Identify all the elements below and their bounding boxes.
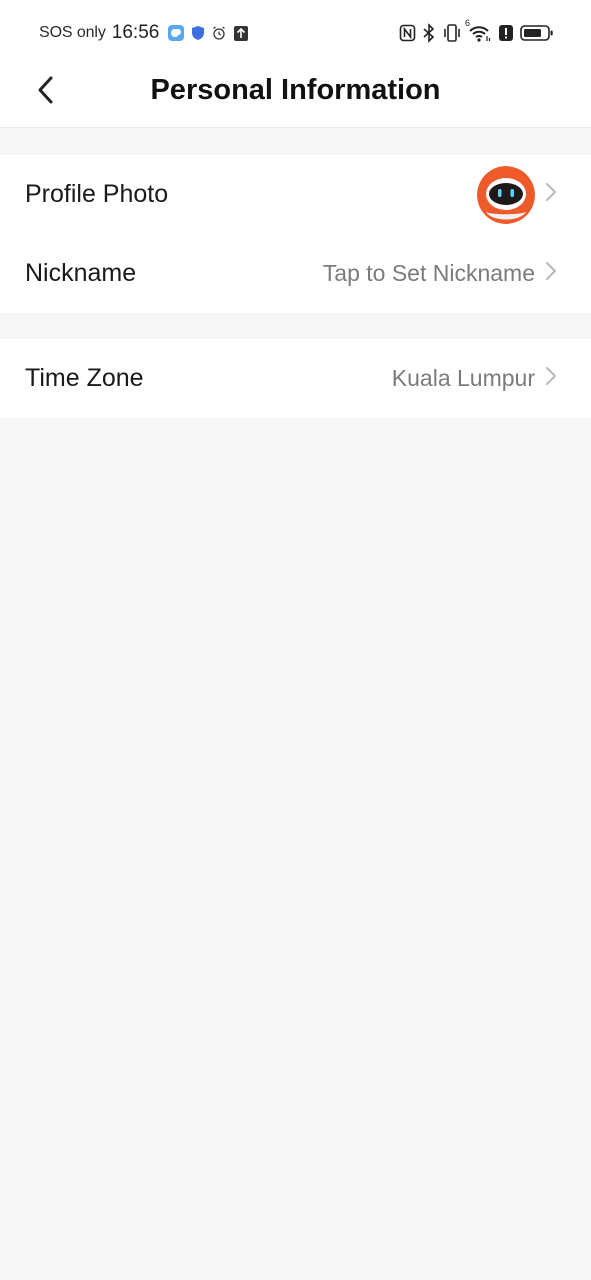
chevron-right-icon [545, 182, 557, 207]
page-header: Personal Information [0, 62, 591, 122]
weather-app-icon [167, 24, 185, 42]
profile-photo-row[interactable]: Profile Photo [0, 155, 591, 234]
nickname-right: Tap to Set Nickname [323, 260, 557, 287]
vibrate-icon [442, 23, 462, 43]
avatar[interactable] [477, 165, 535, 224]
nickname-label: Nickname [25, 259, 137, 287]
settings-section: Time Zone Kuala Lumpur [0, 339, 591, 418]
time-zone-value: Kuala Lumpur [391, 365, 535, 391]
personal-information-screen: SOS only 16:56 6 Personal Information Pr… [0, 0, 591, 1280]
wifi-generation-label: 6 [465, 18, 471, 28]
top-bar: SOS only 16:56 6 Personal Information [0, 0, 591, 128]
shield-icon [191, 25, 205, 41]
wifi-icon: 6 [465, 18, 492, 43]
time-zone-row[interactable]: Time Zone Kuala Lumpur [0, 339, 591, 418]
carrier-text: SOS only [39, 24, 106, 41]
robot-avatar-icon [477, 165, 535, 224]
nfc-icon [399, 24, 416, 42]
battery-icon [520, 24, 554, 42]
profile-photo-label: Profile Photo [25, 180, 169, 208]
nickname-value: Tap to Set Nickname [322, 260, 535, 286]
status-bar: SOS only 16:56 6 [0, 0, 591, 66]
time-zone-label: Time Zone [25, 364, 144, 392]
nickname-row[interactable]: Nickname Tap to Set Nickname [0, 234, 591, 313]
status-bar-left: SOS only 16:56 [39, 20, 249, 46]
bluetooth-icon [422, 23, 436, 43]
time-zone-right: Kuala Lumpur [392, 365, 557, 392]
upload-icon [233, 25, 249, 42]
status-bar-right: 6 [399, 18, 554, 46]
profile-section: Profile Photo Nickname Tap to Set Nickna… [0, 155, 591, 313]
alert-icon [498, 24, 514, 42]
clock-time: 16:56 [111, 22, 160, 43]
chevron-right-icon [545, 261, 557, 286]
profile-photo-right [477, 165, 557, 224]
page-title: Personal Information [150, 74, 441, 106]
chevron-right-icon [545, 366, 557, 391]
alarm-icon [211, 25, 227, 41]
